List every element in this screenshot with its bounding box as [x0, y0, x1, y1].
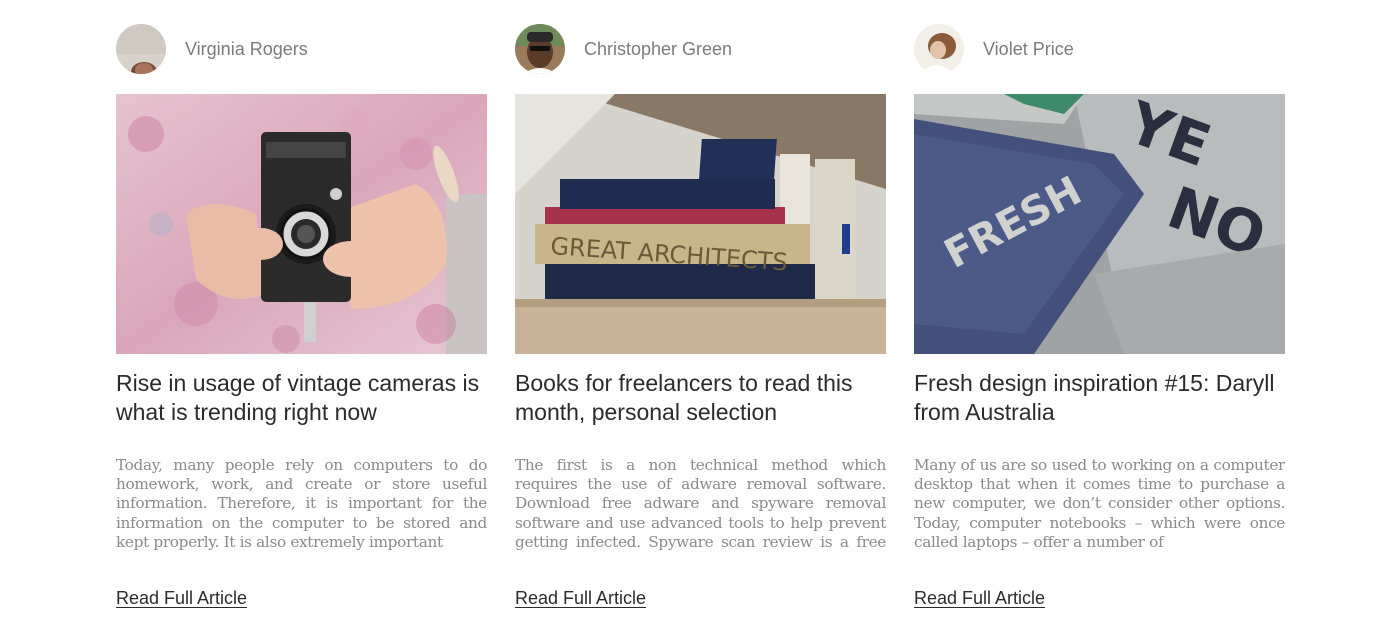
author-row: Virginia Rogers — [116, 24, 487, 74]
read-full-article-link[interactable]: Read Full Article — [116, 588, 247, 609]
article-card-1: Virginia Rogers Rise in usage of vintage… — [116, 24, 487, 609]
article-title[interactable]: Books for freelancers to read this month… — [515, 369, 886, 427]
read-full-article-link[interactable]: Read Full Article — [914, 588, 1045, 609]
author-name[interactable]: Christopher Green — [584, 39, 732, 60]
avatar[interactable] — [914, 24, 964, 74]
author-name[interactable]: Virginia Rogers — [185, 39, 308, 60]
read-full-article-link[interactable]: Read Full Article — [515, 588, 646, 609]
article-grid: Virginia Rogers Rise in usage of vintage… — [116, 24, 1285, 609]
article-title[interactable]: Fresh design inspiration #15: Daryll fro… — [914, 369, 1285, 427]
vintage-camera-photo[interactable] — [116, 94, 487, 354]
article-excerpt: Many of us are so used to working on a c… — [914, 456, 1285, 551]
article-card-2: Christopher Green GREAT ARCHITECTS Books… — [515, 24, 886, 609]
article-title[interactable]: Rise in usage of vintage cameras is what… — [116, 369, 487, 427]
avatar[interactable] — [116, 24, 166, 74]
article-excerpt: The first is a non technical method whic… — [515, 456, 886, 551]
article-excerpt: Today, many people rely on computers to … — [116, 456, 487, 551]
author-row: Violet Price — [914, 24, 1285, 74]
avatar[interactable] — [515, 24, 565, 74]
author-row: Christopher Green — [515, 24, 886, 74]
author-name[interactable]: Violet Price — [983, 39, 1074, 60]
article-card-3: Violet Price FRESH YE NO Fresh design in… — [914, 24, 1285, 609]
bookshelf-photo[interactable]: GREAT ARCHITECTS — [515, 94, 886, 354]
fresh-pillow-photo[interactable]: FRESH YE NO — [914, 94, 1285, 354]
